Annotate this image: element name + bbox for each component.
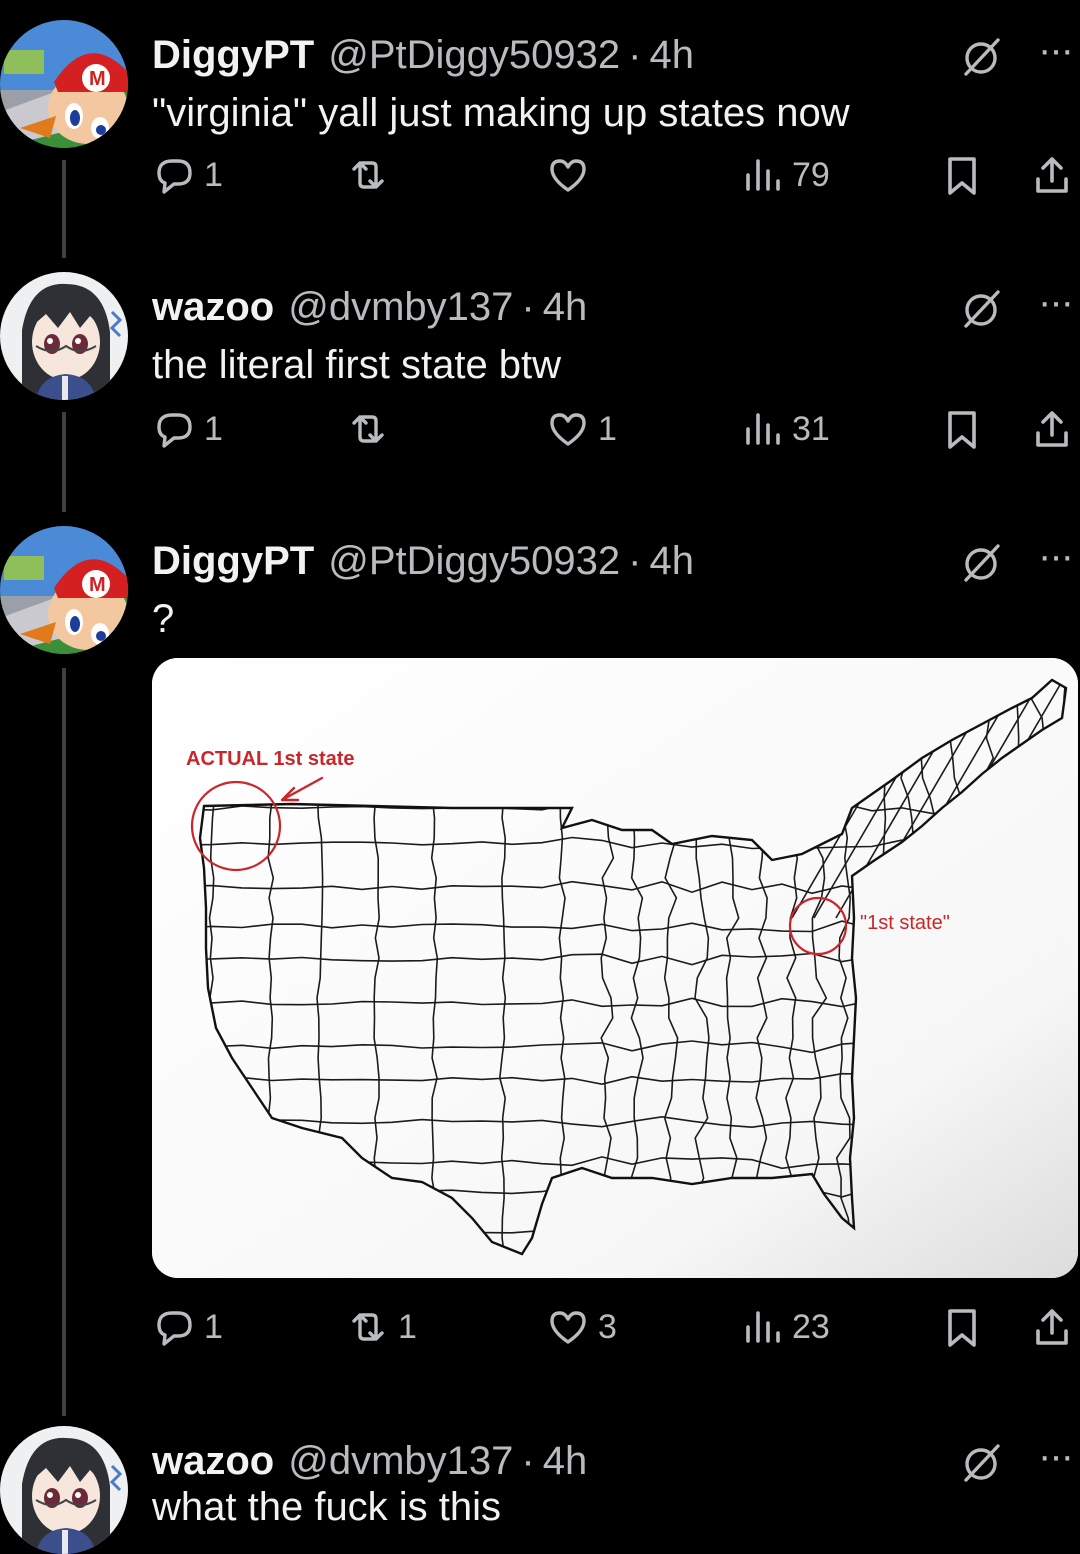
- reply-button[interactable]: 1: [152, 150, 223, 200]
- retweet-button[interactable]: [346, 150, 398, 200]
- more-icon[interactable]: ···: [1032, 30, 1078, 76]
- display-name[interactable]: wazoo: [152, 1436, 274, 1486]
- tweet-image[interactable]: ACTUAL 1st state "1st state": [152, 658, 1078, 1278]
- like-count: 1: [598, 409, 617, 448]
- annotation-actual-first-state: ACTUAL 1st state: [186, 748, 355, 770]
- share-icon: [1036, 157, 1068, 193]
- view-count: 23: [792, 1307, 830, 1346]
- views-button[interactable]: 31: [740, 404, 830, 454]
- timestamp[interactable]: 4h: [649, 536, 694, 586]
- heart-icon: [550, 1311, 586, 1344]
- mario-avatar[interactable]: [0, 20, 128, 148]
- share-icon: [1036, 1309, 1068, 1345]
- grok-icon[interactable]: [960, 1442, 1002, 1484]
- grok-icon[interactable]: [960, 288, 1002, 330]
- retweet-count: 1: [398, 1307, 417, 1346]
- share-icon: [1036, 411, 1068, 447]
- views-icon: [746, 413, 780, 445]
- tweet-header: wazoo @dvmby137 · 4h: [152, 282, 587, 332]
- retweet-button[interactable]: [346, 404, 398, 454]
- anime-girl-avatar[interactable]: [0, 272, 128, 400]
- reply-count: 1: [204, 409, 223, 448]
- views-button[interactable]: 23: [740, 1302, 830, 1352]
- separator: ·: [521, 285, 535, 329]
- views-icon: [746, 1311, 780, 1343]
- tweet-text: "virginia" yall just making up states no…: [152, 91, 850, 135]
- tweet-actions: 1 79: [0, 150, 1080, 200]
- bookmark-button[interactable]: [940, 1302, 984, 1352]
- share-button[interactable]: [1030, 1302, 1074, 1352]
- tweet-actions: 1 1 3 23: [0, 1302, 1080, 1352]
- retweet-icon: [352, 161, 384, 189]
- more-icon[interactable]: ···: [1032, 536, 1078, 582]
- heart-icon: [550, 159, 586, 192]
- user-handle[interactable]: @PtDiggy50932: [328, 30, 620, 80]
- anime-girl-avatar[interactable]: [0, 1426, 128, 1554]
- user-handle[interactable]: @dvmby137: [288, 282, 513, 332]
- reply-icon: [157, 413, 192, 448]
- tweet: wazoo @dvmby137 · 4h ··· what the fuck i…: [0, 1426, 1080, 1554]
- tweet: DiggyPT @PtDiggy50932 · 4h ··· "virginia…: [0, 20, 1080, 210]
- separator: ·: [628, 539, 642, 583]
- bookmark-icon: [948, 411, 976, 449]
- tweet: wazoo @dvmby137 · 4h ··· the literal fir…: [0, 272, 1080, 462]
- more-icon[interactable]: ···: [1032, 1436, 1078, 1482]
- bookmark-icon: [948, 157, 976, 195]
- display-name[interactable]: wazoo: [152, 282, 274, 332]
- display-name[interactable]: DiggyPT: [152, 536, 314, 586]
- user-handle[interactable]: @PtDiggy50932: [328, 536, 620, 586]
- reply-count: 1: [204, 1307, 223, 1346]
- tweet-actions: 1 1 31: [0, 404, 1080, 454]
- views-icon: [746, 159, 780, 191]
- annotation-first-state: "1st state": [860, 912, 950, 934]
- separator: ·: [628, 33, 642, 77]
- retweet-icon: [352, 1313, 384, 1341]
- bookmark-icon: [948, 1309, 976, 1347]
- timestamp[interactable]: 4h: [543, 282, 588, 332]
- view-count: 31: [792, 409, 830, 448]
- reply-icon: [157, 159, 192, 194]
- grok-icon[interactable]: [960, 542, 1002, 584]
- share-button[interactable]: [1030, 404, 1074, 454]
- heart-icon: [550, 413, 586, 446]
- share-button[interactable]: [1030, 150, 1074, 200]
- view-count: 79: [792, 155, 830, 194]
- timestamp[interactable]: 4h: [649, 30, 694, 80]
- mario-avatar[interactable]: [0, 526, 128, 654]
- tweet-text: ?: [152, 597, 175, 641]
- like-button[interactable]: [546, 150, 598, 200]
- user-handle[interactable]: @dvmby137: [288, 1436, 513, 1486]
- views-button[interactable]: 79: [740, 150, 830, 200]
- tweet-header: wazoo @dvmby137 · 4h: [152, 1436, 587, 1486]
- tweet-text: the literal first state btw: [152, 343, 562, 387]
- separator: ·: [521, 1439, 535, 1483]
- reply-icon: [157, 1311, 192, 1346]
- tweet-header: DiggyPT @PtDiggy50932 · 4h: [152, 536, 694, 586]
- grok-icon[interactable]: [960, 36, 1002, 78]
- timestamp[interactable]: 4h: [543, 1436, 588, 1486]
- reply-button[interactable]: 1: [152, 404, 223, 454]
- bookmark-button[interactable]: [940, 404, 984, 454]
- more-icon[interactable]: ···: [1032, 282, 1078, 328]
- retweet-icon: [352, 415, 384, 443]
- tweet-text: what the fuck is this: [152, 1485, 502, 1529]
- reply-button[interactable]: 1: [152, 1302, 223, 1352]
- retweet-button[interactable]: 1: [346, 1302, 417, 1352]
- tweet-header: DiggyPT @PtDiggy50932 · 4h: [152, 30, 694, 80]
- like-button[interactable]: 3: [546, 1302, 617, 1352]
- bookmark-button[interactable]: [940, 150, 984, 200]
- display-name[interactable]: DiggyPT: [152, 30, 314, 80]
- like-count: 3: [598, 1307, 617, 1346]
- reply-count: 1: [204, 155, 223, 194]
- like-button[interactable]: 1: [546, 404, 617, 454]
